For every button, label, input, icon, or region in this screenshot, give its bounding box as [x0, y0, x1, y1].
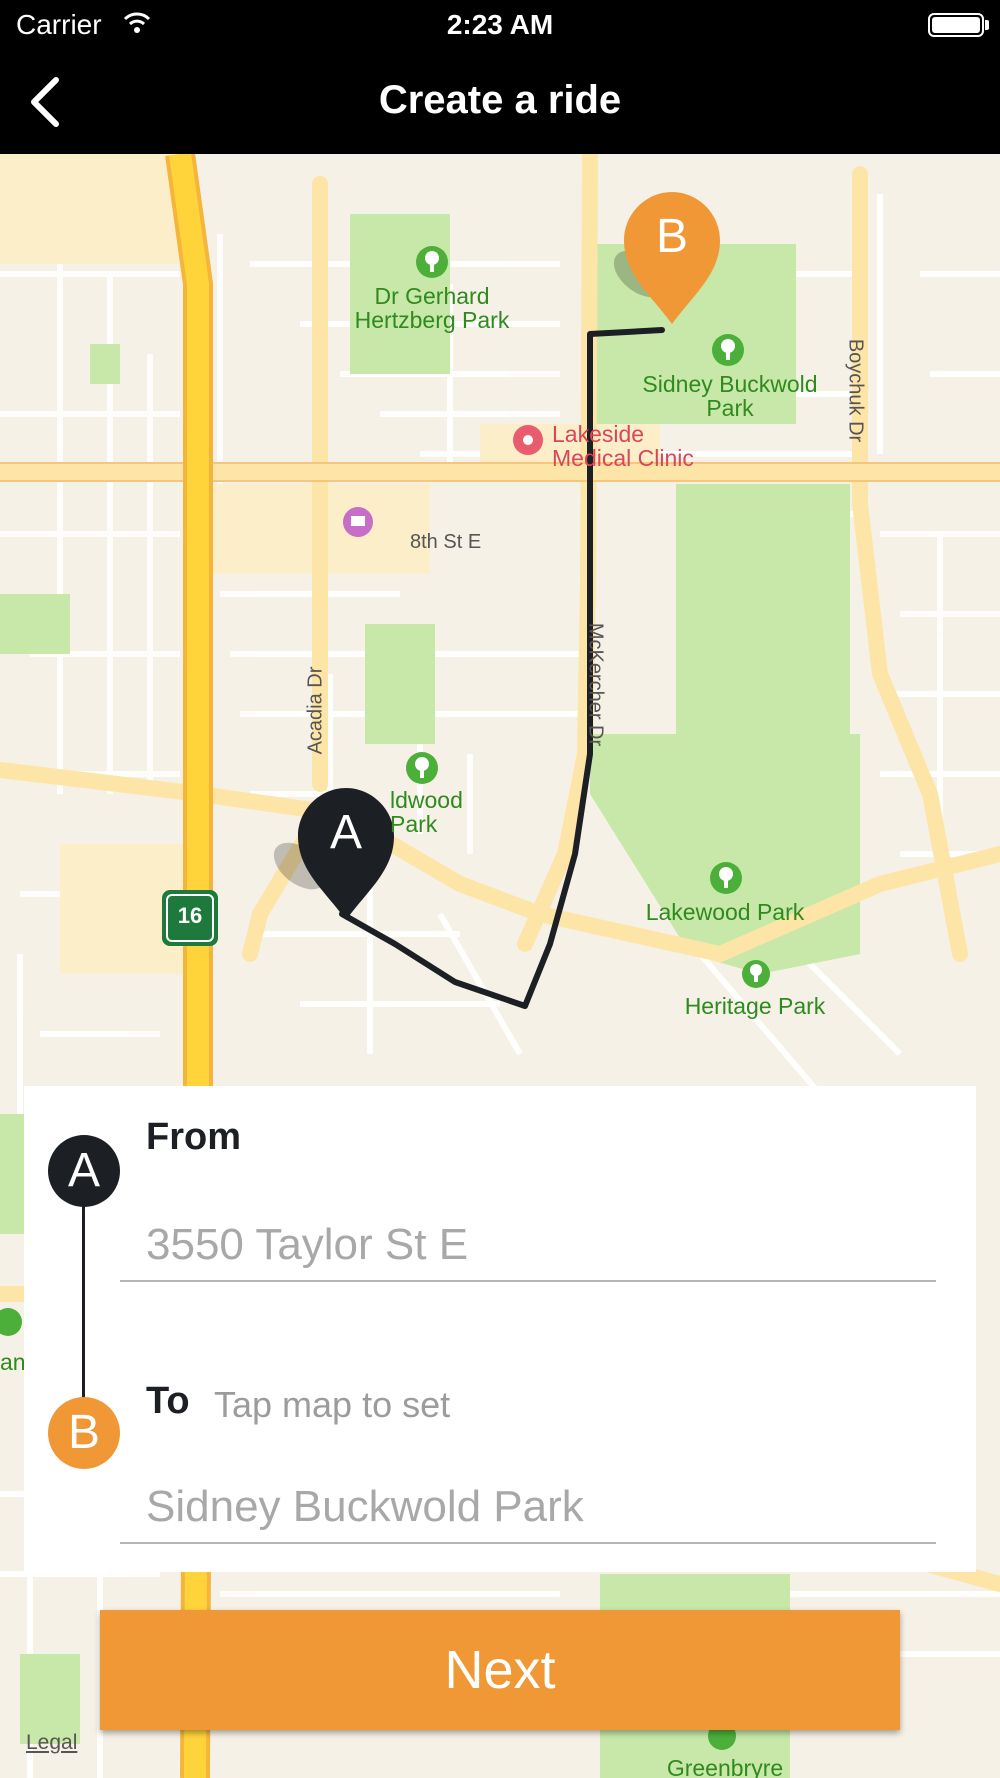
map-label-lakewood-park: Lakewood Park	[645, 899, 805, 925]
clinic-icon	[513, 425, 543, 455]
map-label-clinic: Lakeside Medical Clinic	[552, 421, 694, 472]
screen: Dr Gerhard Hertzberg Park Sidney Buckwol…	[0, 0, 1000, 1778]
map-label-gerhard-park: Dr Gerhard Hertzberg Park	[354, 283, 510, 334]
destination-pin-letter: B	[655, 210, 688, 263]
status-time: 2:23 AM	[446, 9, 554, 40]
battery-nub	[985, 20, 989, 30]
map-label-sidney-park: Sidney Buckwold Park	[642, 371, 818, 422]
map-label-wildwood-park: ldwood Park	[390, 787, 463, 838]
map-label-park-partial: an	[0, 1349, 26, 1375]
origin-badge: A	[48, 1135, 120, 1207]
map-legal-link[interactable]: Legal	[26, 1731, 77, 1755]
battery-icon	[928, 13, 984, 37]
page-title: Create a ride	[378, 78, 622, 122]
route-connector	[82, 1204, 85, 1404]
highway-number: 16	[177, 903, 203, 928]
ride-form-card: A B From To Tap map to set	[24, 1086, 976, 1572]
map-label-greenbryre: Greenbryre	[666, 1755, 784, 1778]
map-label-acadia-dr: Acadia Dr	[304, 666, 327, 755]
map-label-8th-st: 8th St E	[410, 531, 482, 553]
map-label-mckercher-dr: McKercher Dr	[584, 622, 607, 747]
to-hint: Tap map to set	[214, 1384, 451, 1425]
origin-pin-letter: A	[329, 806, 362, 859]
status-bar: Carrier 2:23 AM	[0, 0, 1000, 50]
next-button[interactable]: Next	[100, 1610, 900, 1730]
destination-badge: B	[48, 1397, 120, 1469]
from-input[interactable]	[120, 1210, 936, 1282]
map-label-heritage-park: Heritage Park	[684, 993, 826, 1019]
navigation-bar: Create a ride	[0, 50, 1000, 154]
from-label: From	[146, 1116, 241, 1158]
to-label: To	[146, 1380, 190, 1422]
theater-icon	[343, 507, 373, 537]
map-label-boychuk-dr: Boychuk Dr	[844, 338, 867, 443]
to-input[interactable]	[120, 1472, 936, 1544]
